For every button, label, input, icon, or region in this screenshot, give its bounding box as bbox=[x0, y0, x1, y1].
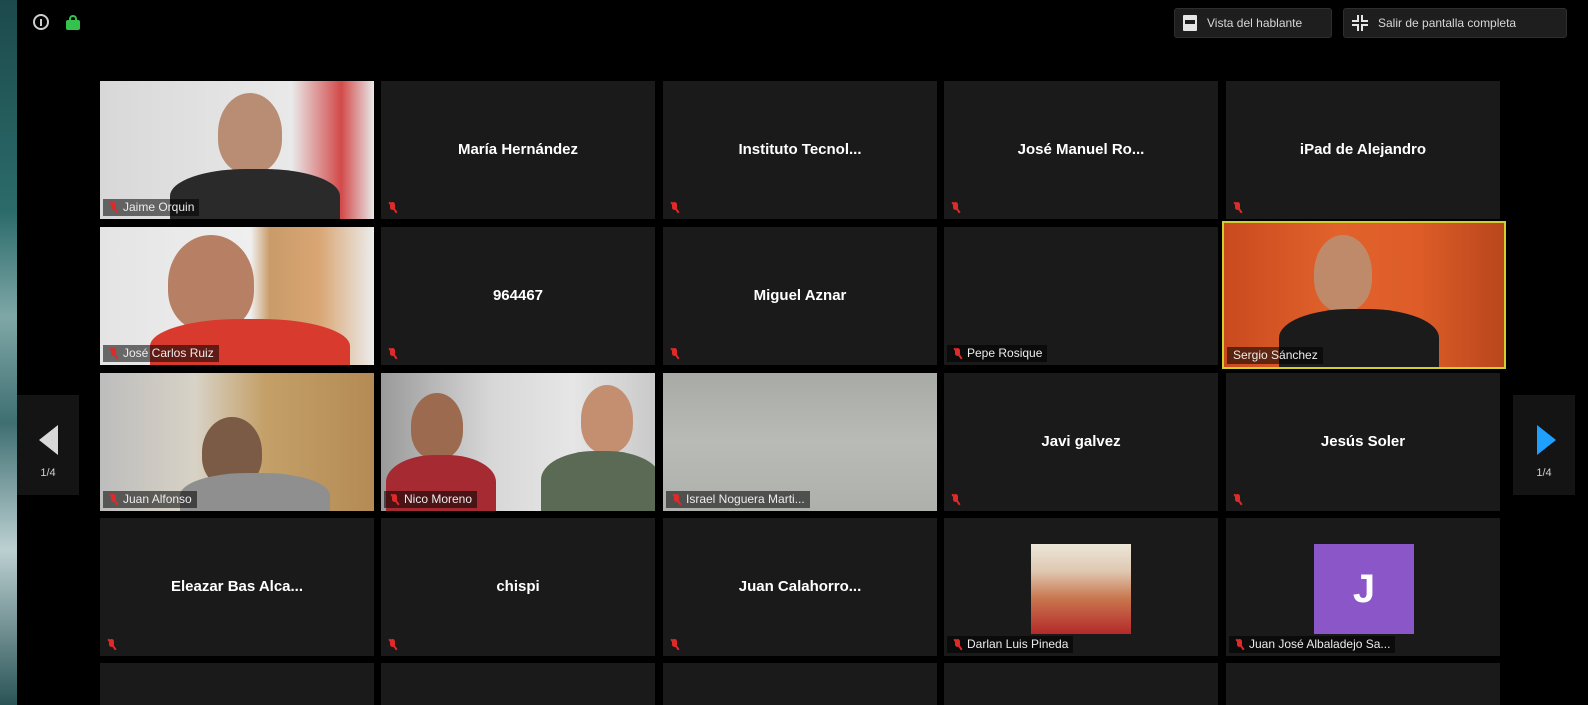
muted-mic-icon bbox=[951, 201, 961, 214]
muted-mic-icon bbox=[1233, 201, 1243, 214]
participant-name: Jesús Soler bbox=[1320, 433, 1406, 450]
participant-tile-partial[interactable] bbox=[663, 663, 937, 705]
participant-video-figure bbox=[411, 393, 463, 459]
meeting-info-icon[interactable] bbox=[33, 14, 49, 30]
participant-tile[interactable]: Eleazar Bas Alca... bbox=[100, 518, 374, 656]
muted-mic-icon bbox=[1233, 493, 1243, 506]
exit-fullscreen-button[interactable]: Salir de pantalla completa bbox=[1343, 8, 1567, 38]
muted-mic-icon bbox=[672, 493, 682, 506]
next-page-button[interactable]: 1/4 bbox=[1513, 395, 1575, 495]
muted-mic-icon bbox=[953, 638, 963, 651]
exit-fullscreen-icon bbox=[1352, 15, 1368, 31]
participant-name: José Carlos Ruiz bbox=[123, 346, 214, 360]
exit-fullscreen-label: Salir de pantalla completa bbox=[1378, 16, 1517, 30]
participant-video-torso bbox=[180, 473, 330, 511]
participant-video-figure bbox=[581, 385, 633, 453]
participant-tile[interactable]: Juan Calahorro... bbox=[663, 518, 937, 656]
arrow-left-icon bbox=[39, 425, 58, 455]
participant-name-label: Darlan Luis Pineda bbox=[947, 636, 1074, 653]
participant-name: Darlan Luis Pineda bbox=[967, 637, 1069, 651]
participant-name-label: Pepe Rosique bbox=[947, 345, 1048, 362]
muted-mic-icon bbox=[953, 347, 963, 360]
speaker-view-label: Vista del hablante bbox=[1207, 16, 1303, 30]
arrow-right-icon bbox=[1537, 425, 1556, 455]
participant-tile[interactable]: Instituto Tecnol... bbox=[663, 81, 937, 219]
participant-name-label: Nico Moreno bbox=[384, 491, 478, 508]
participant-tile-video[interactable]: Israel Noguera Marti... bbox=[663, 373, 937, 511]
muted-mic-icon bbox=[670, 638, 680, 651]
participant-name: iPad de Alejandro bbox=[1299, 141, 1427, 158]
muted-mic-icon bbox=[390, 493, 400, 506]
participant-name: María Hernández bbox=[457, 141, 579, 158]
page-indicator-left: 1/4 bbox=[40, 467, 56, 479]
participant-name-label: Juan Alfonso bbox=[103, 491, 197, 508]
participant-name: Nico Moreno bbox=[404, 492, 473, 506]
participant-tile[interactable]: Jesús Soler bbox=[1226, 373, 1500, 511]
participant-name-label: Juan José Albaladejo Sa... bbox=[1229, 636, 1396, 653]
participant-name: Juan Calahorro... bbox=[738, 578, 862, 595]
participant-tile[interactable]: Miguel Aznar bbox=[663, 227, 937, 365]
participant-name: Eleazar Bas Alca... bbox=[170, 578, 304, 595]
participant-video-figure bbox=[168, 235, 254, 331]
participant-tile-partial[interactable] bbox=[381, 663, 655, 705]
participant-tile[interactable]: iPad de Alejandro bbox=[1226, 81, 1500, 219]
participant-name: José Manuel Ro... bbox=[1017, 141, 1145, 158]
participant-name: Javi galvez bbox=[1041, 433, 1121, 450]
participant-tile-video[interactable]: José Carlos Ruiz bbox=[100, 227, 374, 365]
participant-name: Juan Alfonso bbox=[123, 492, 192, 506]
muted-mic-icon bbox=[670, 201, 680, 214]
participant-tile[interactable]: 964467 bbox=[381, 227, 655, 365]
participant-name-label: Israel Noguera Marti... bbox=[666, 491, 810, 508]
participant-tile[interactable]: J Juan José Albaladejo Sa... bbox=[1226, 518, 1500, 656]
speaker-view-button[interactable]: Vista del hablante bbox=[1174, 8, 1332, 38]
participant-tile[interactable]: José Manuel Ro... bbox=[944, 81, 1218, 219]
participant-video-figure bbox=[1314, 235, 1372, 311]
muted-mic-icon bbox=[109, 493, 119, 506]
participant-tile[interactable]: Darlan Luis Pineda bbox=[944, 518, 1218, 656]
participant-tile[interactable]: María Hernández bbox=[381, 81, 655, 219]
participant-name-label: José Carlos Ruiz bbox=[103, 345, 219, 362]
participant-tile[interactable]: chispi bbox=[381, 518, 655, 656]
muted-mic-icon bbox=[388, 638, 398, 651]
participant-tile-partial[interactable] bbox=[1226, 663, 1500, 705]
profile-photo-avatar bbox=[1031, 544, 1131, 634]
encryption-lock-icon[interactable] bbox=[66, 15, 80, 30]
participant-tile-video[interactable]: Juan Alfonso bbox=[100, 373, 374, 511]
page-indicator-right: 1/4 bbox=[1536, 467, 1552, 479]
muted-mic-icon bbox=[388, 347, 398, 360]
participant-tile-active-speaker[interactable]: Sergio Sánchez bbox=[1222, 221, 1506, 369]
muted-mic-icon bbox=[388, 201, 398, 214]
letter-avatar: J bbox=[1314, 544, 1414, 634]
participant-tile-video[interactable]: Jaime Orquin bbox=[100, 81, 374, 219]
participant-name: Instituto Tecnol... bbox=[738, 141, 862, 158]
participant-tile-video[interactable]: Nico Moreno bbox=[381, 373, 655, 511]
desktop-background-edge bbox=[0, 0, 17, 705]
participant-name: Israel Noguera Marti... bbox=[686, 492, 805, 506]
muted-mic-icon bbox=[951, 493, 961, 506]
muted-mic-icon bbox=[109, 201, 119, 214]
participant-name: Miguel Aznar bbox=[753, 287, 847, 304]
muted-mic-icon bbox=[109, 347, 119, 360]
participant-tile-partial[interactable] bbox=[944, 663, 1218, 705]
muted-mic-icon bbox=[107, 638, 117, 651]
participant-video-torso bbox=[541, 451, 655, 511]
participant-name: Juan José Albaladejo Sa... bbox=[1249, 637, 1391, 651]
muted-mic-icon bbox=[670, 347, 680, 360]
speaker-view-icon bbox=[1183, 15, 1197, 31]
participant-name: Pepe Rosique bbox=[967, 346, 1043, 360]
participant-name-label: Jaime Orquin bbox=[103, 199, 200, 216]
participant-name-label: Sergio Sánchez bbox=[1227, 347, 1323, 364]
participant-video-figure bbox=[218, 93, 282, 173]
participant-tile-partial[interactable] bbox=[100, 663, 374, 705]
muted-mic-icon bbox=[1235, 638, 1245, 651]
participant-name: chispi bbox=[496, 578, 540, 595]
participant-tile[interactable]: Pepe Rosique bbox=[944, 227, 1218, 365]
participant-name: Jaime Orquin bbox=[123, 200, 195, 214]
participant-name: Sergio Sánchez bbox=[1233, 348, 1318, 362]
participant-tile[interactable]: Javi galvez bbox=[944, 373, 1218, 511]
previous-page-button[interactable]: 1/4 bbox=[17, 395, 79, 495]
participant-name: 964467 bbox=[492, 287, 544, 304]
